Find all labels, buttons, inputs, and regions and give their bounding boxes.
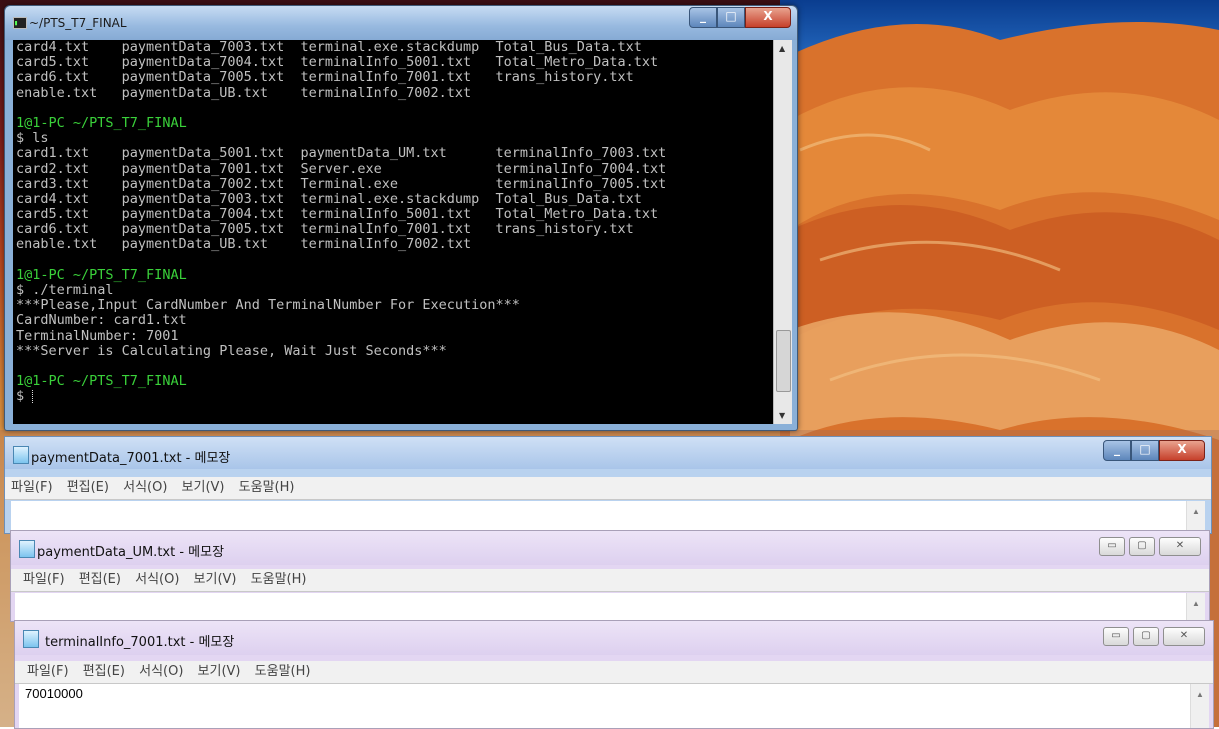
menu-edit[interactable]: 편집(E): [83, 664, 125, 679]
terminal-line: enable.txt paymentData_UB.txt terminalIn…: [16, 236, 472, 253]
scroll-up-icon[interactable]: ▲: [1192, 507, 1200, 516]
maximize-button[interactable]: ▢: [1133, 627, 1159, 646]
terminal-line: card5.txt paymentData_7004.txt terminalI…: [16, 206, 659, 223]
terminal-line: 1@1-PC ~/PTS_T7_FINAL: [13, 374, 773, 389]
close-button[interactable]: X: [745, 7, 791, 28]
menu-view[interactable]: 보기(V): [198, 664, 241, 679]
terminal-line: ***Server is Calculating Please, Wait Ju…: [16, 342, 447, 359]
terminal-line: 1@1-PC ~/PTS_T7_FINAL: [13, 114, 773, 131]
menu-file[interactable]: 파일(F): [23, 572, 65, 587]
terminal-line: CardNumber: card1.txt: [16, 312, 187, 329]
window-controls: ▭ ▢ ✕: [1099, 627, 1205, 646]
menu-help[interactable]: 도움말(H): [251, 572, 307, 587]
terminal-line: enable.txt paymentData_UB.txt terminalIn…: [16, 84, 472, 101]
menu-edit[interactable]: 편집(E): [79, 572, 121, 587]
document-content: 70010000: [25, 686, 83, 701]
terminal-line: TerminalNumber: 7001: [16, 327, 179, 344]
terminal-titlebar[interactable]: ▮ ~/PTS_T7_FINAL _ □ X: [5, 6, 797, 40]
terminal-line: card5.txt paymentData_7004.txt terminalI…: [16, 54, 659, 71]
scroll-up-icon[interactable]: ▲: [779, 44, 785, 53]
text-area[interactable]: ▲: [15, 593, 1205, 621]
notepad-icon: [13, 446, 29, 464]
terminal-scrollbar[interactable]: ▲ ▼: [773, 40, 792, 424]
terminal-line: ***Please,Input CardNumber And TerminalN…: [16, 297, 520, 314]
notepad-window-terminal-info-7001[interactable]: terminalInfo_7001.txt - 메모장 ▭ ▢ ✕ 파일(F) …: [14, 620, 1214, 729]
close-button[interactable]: ✕: [1159, 537, 1201, 556]
menu-help[interactable]: 도움말(H): [255, 664, 311, 679]
minimize-button[interactable]: _: [689, 7, 717, 28]
vertical-scrollbar[interactable]: ▲: [1186, 593, 1205, 621]
menu-bar: 파일(F) 편집(E) 서식(O) 보기(V) 도움말(H): [5, 477, 1211, 500]
notepad-titlebar[interactable]: paymentData_7001.txt - 메모장 _ □ X: [5, 437, 1211, 469]
terminal-output[interactable]: card4.txt paymentData_7003.txt terminal.…: [13, 40, 773, 424]
scroll-up-icon[interactable]: ▲: [1192, 599, 1200, 608]
window-controls: _ □ X: [1103, 440, 1205, 461]
scroll-up-icon[interactable]: ▲: [1196, 690, 1204, 699]
terminal-line: 1@1-PC ~/PTS_T7_FINAL: [13, 266, 773, 283]
notepad-window-payment-7001[interactable]: paymentData_7001.txt - 메모장 _ □ X 파일(F) 편…: [4, 436, 1212, 534]
prompt-path: ~/PTS_T7_FINAL: [64, 266, 187, 283]
terminal-line: $ ls: [16, 130, 49, 147]
minimize-button[interactable]: _: [1103, 440, 1131, 461]
menu-help[interactable]: 도움말(H): [239, 480, 295, 495]
terminal-line: card6.txt paymentData_7005.txt terminalI…: [16, 69, 634, 86]
menu-bar: 파일(F) 편집(E) 서식(O) 보기(V) 도움말(H): [15, 661, 1213, 684]
terminal-line: $: [16, 388, 34, 405]
vertical-scrollbar[interactable]: ▲: [1186, 501, 1205, 533]
maximize-button[interactable]: ▢: [1129, 537, 1155, 556]
terminal-window[interactable]: ▮ ~/PTS_T7_FINAL _ □ X card4.txt payment…: [4, 5, 798, 431]
text-area[interactable]: 70010000 ▲: [19, 684, 1209, 728]
menu-edit[interactable]: 편집(E): [67, 480, 109, 495]
maximize-button[interactable]: □: [717, 7, 745, 28]
notepad-title: paymentData_UM.txt - 메모장: [37, 545, 225, 560]
text-cursor: [32, 389, 34, 403]
notepad-titlebar[interactable]: terminalInfo_7001.txt - 메모장 ▭ ▢ ✕: [15, 621, 1213, 655]
text-area[interactable]: ▲: [11, 501, 1205, 533]
terminal-line: card1.txt paymentData_5001.txt paymentDa…: [16, 145, 667, 162]
menu-format[interactable]: 서식(O): [135, 572, 179, 587]
minimize-button[interactable]: ▭: [1099, 537, 1125, 556]
prompt-user: 1@1-PC: [16, 266, 65, 283]
terminal-line: $ ./terminal: [16, 282, 114, 298]
notepad-icon: [23, 630, 39, 648]
terminal-line: card3.txt paymentData_7002.txt Terminal.…: [16, 175, 667, 192]
terminal-icon: ▮: [13, 17, 27, 29]
terminal-line: card4.txt paymentData_7003.txt terminal.…: [16, 190, 642, 207]
menu-view[interactable]: 보기(V): [182, 480, 225, 495]
terminal-title: ~/PTS_T7_FINAL: [29, 16, 127, 30]
vertical-scrollbar[interactable]: ▲: [1190, 684, 1209, 728]
menu-format[interactable]: 서식(O): [139, 664, 183, 679]
terminal-line: card4.txt paymentData_7003.txt terminal.…: [16, 40, 642, 55]
notepad-window-payment-um[interactable]: paymentData_UM.txt - 메모장 ▭ ▢ ✕ 파일(F) 편집(…: [10, 530, 1210, 622]
close-button[interactable]: X: [1159, 440, 1205, 461]
notepad-title: paymentData_7001.txt - 메모장: [31, 451, 231, 466]
notepad-titlebar[interactable]: paymentData_UM.txt - 메모장 ▭ ▢ ✕: [11, 531, 1209, 565]
prompt-user: 1@1-PC: [16, 114, 65, 131]
scrollbar-thumb[interactable]: [776, 330, 791, 392]
menu-view[interactable]: 보기(V): [194, 572, 237, 587]
close-button[interactable]: ✕: [1163, 627, 1205, 646]
menu-bar: 파일(F) 편집(E) 서식(O) 보기(V) 도움말(H): [11, 569, 1209, 592]
notepad-title: terminalInfo_7001.txt - 메모장: [45, 635, 235, 650]
menu-format[interactable]: 서식(O): [123, 480, 167, 495]
window-controls: ▭ ▢ ✕: [1095, 537, 1201, 556]
prompt-user: 1@1-PC: [16, 373, 65, 390]
menu-file[interactable]: 파일(F): [11, 480, 53, 495]
minimize-button[interactable]: ▭: [1103, 627, 1129, 646]
maximize-button[interactable]: □: [1131, 440, 1159, 461]
window-controls: _ □ X: [689, 7, 791, 28]
prompt-path: ~/PTS_T7_FINAL: [64, 373, 187, 390]
menu-file[interactable]: 파일(F): [27, 664, 69, 679]
terminal-line: card2.txt paymentData_7001.txt Server.ex…: [16, 160, 667, 177]
notepad-icon: [19, 540, 35, 558]
scroll-down-icon[interactable]: ▼: [779, 411, 785, 420]
terminal-line: card6.txt paymentData_7005.txt terminalI…: [16, 221, 634, 238]
prompt-path: ~/PTS_T7_FINAL: [64, 114, 187, 131]
